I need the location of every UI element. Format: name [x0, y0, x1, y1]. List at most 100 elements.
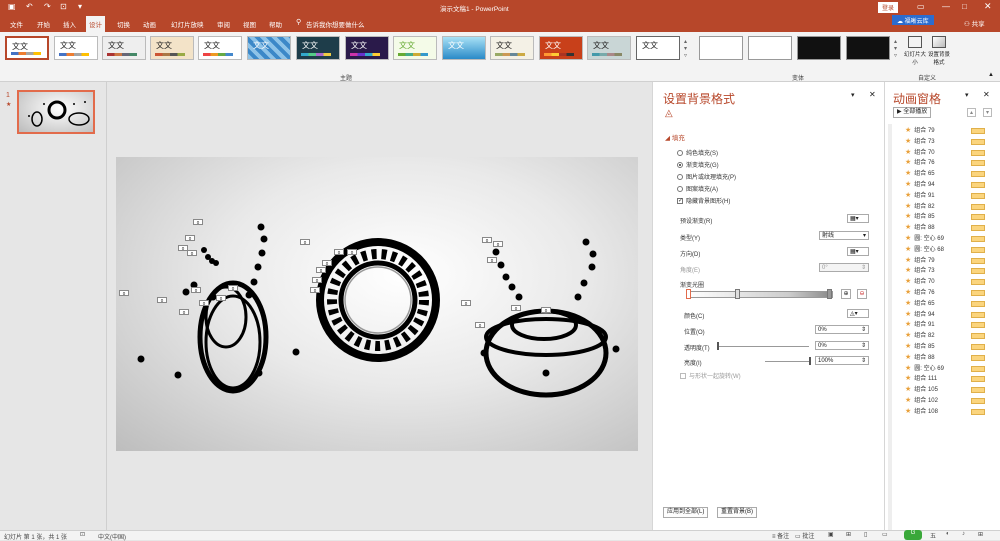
tab-slideshow[interactable]: 幻灯片放映 [168, 18, 207, 30]
animation-list-item[interactable]: ★ 组合 111 [905, 373, 937, 384]
animation-tag[interactable]: 0 [193, 219, 203, 225]
animation-tag[interactable]: 0 [216, 295, 226, 301]
login-button[interactable]: 登录 [878, 2, 899, 13]
animation-list-item[interactable]: ★ 组合 105 [905, 384, 938, 395]
animation-list-item[interactable]: ★ 组合 91 [905, 190, 935, 201]
save-icon[interactable]: ▣ [8, 2, 16, 11]
position-input[interactable]: 0% ⇕ [815, 325, 869, 334]
timeline-bar[interactable] [971, 333, 985, 340]
brightness-input[interactable]: 100% ⇕ [815, 356, 869, 365]
animation-tag[interactable]: 0 [310, 287, 320, 293]
tray-g-icon[interactable]: G [904, 530, 922, 540]
theme-9[interactable]: 文文 [393, 36, 437, 60]
preset-gradient-dropdown[interactable]: ▦▾ [847, 214, 869, 223]
gradient-stops-bar[interactable] [688, 291, 833, 298]
presentation-icon[interactable]: ⊡ [60, 2, 67, 11]
transparency-slider[interactable] [719, 346, 809, 347]
tab-view[interactable]: 视图 [240, 18, 259, 30]
notes-button[interactable]: ≡ 备注 [772, 531, 789, 540]
timeline-bar[interactable] [971, 311, 985, 318]
animation-list-item[interactable]: ★ 组合 70 [905, 147, 935, 158]
minimize-icon[interactable]: — [942, 2, 950, 11]
play-all-button[interactable]: ▶ 全部播放 [893, 107, 932, 118]
timeline-bar[interactable] [971, 214, 985, 221]
animation-list-item[interactable]: ★ 组合 65 [905, 168, 935, 179]
slide-canvas[interactable]: 0 0 0 0 0 0 0 0 0 0 0 0 0 0 0 0 0 0 0 0 … [116, 157, 638, 451]
move-down-icon[interactable]: ▾ [983, 108, 993, 117]
animation-list-item[interactable]: ★ 组合 108 [905, 406, 938, 417]
animation-list-item[interactable]: ★ 圆: 空心 69 [905, 363, 944, 374]
slide-sorter-icon[interactable]: ⊞ [846, 531, 851, 538]
animation-list-item[interactable]: ★ 组合 70 [905, 276, 935, 287]
timeline-bar[interactable] [971, 322, 985, 329]
timeline-bar[interactable] [971, 149, 985, 156]
animation-list-item[interactable]: ★ 组合 94 [905, 309, 935, 320]
animation-tag[interactable]: 0 [475, 322, 485, 328]
animation-list-item[interactable]: ★ 组合 88 [905, 352, 935, 363]
timeline-bar[interactable] [971, 192, 985, 199]
timeline-bar[interactable] [971, 182, 985, 188]
timeline-bar[interactable] [971, 160, 985, 167]
animation-tag[interactable]: 0 [322, 260, 332, 266]
share-button[interactable]: ⚇ 共享 [964, 18, 985, 28]
rotate-with-shape-checkbox[interactable]: 与形状一起旋转(W) [680, 371, 741, 380]
timeline-bar[interactable] [971, 290, 985, 296]
variant-1[interactable] [699, 36, 743, 60]
tray-icon[interactable]: 五 [930, 531, 936, 540]
redo-icon[interactable]: ↷ [44, 2, 51, 11]
pane-close-icon[interactable]: ✕ [869, 90, 876, 99]
brightness-slider-thumb[interactable] [809, 357, 811, 365]
move-up-icon[interactable]: ▴ [967, 108, 977, 117]
variant-4[interactable] [846, 36, 890, 60]
animation-list-item[interactable]: ★ 组合 91 [905, 319, 935, 330]
slide-thumbnail[interactable] [17, 90, 95, 134]
hide-background-checkbox[interactable]: ✓ 隐藏背景图形(H) [677, 196, 730, 205]
theme-3[interactable]: 文文 [102, 36, 146, 60]
slideshow-icon[interactable]: ▭ [882, 531, 888, 538]
color-picker-button[interactable]: ◬▾ [847, 309, 869, 318]
tab-insert[interactable]: 插入 [60, 18, 79, 30]
reading-view-icon[interactable]: ▯ [864, 531, 867, 538]
cloud-upload-button[interactable]: ☁ 福晰云库 [892, 15, 934, 25]
tab-help[interactable]: 帮助 [266, 18, 285, 30]
animation-list-item[interactable]: ★ 组合 73 [905, 136, 935, 147]
tab-design[interactable]: 设计 [86, 16, 105, 32]
type-dropdown[interactable]: 射线 ▾ [819, 231, 869, 240]
normal-view-icon[interactable]: ▣ [828, 531, 834, 538]
animation-list-item[interactable]: ★ 组合 102 [905, 395, 938, 406]
animation-list-item[interactable]: ★ 组合 94 [905, 179, 935, 190]
brightness-slider[interactable] [765, 361, 811, 362]
animation-tag[interactable]: 0 [312, 277, 322, 283]
comments-button[interactable]: ▭ 批注 [795, 531, 814, 540]
tab-review[interactable]: 审阅 [214, 18, 233, 30]
gradient-fill-option[interactable]: 渐变填充(G) [677, 160, 719, 169]
anim-pane-close-icon[interactable]: ✕ [983, 90, 990, 99]
customize-qat-icon[interactable]: ▾ [78, 2, 82, 11]
animation-tag[interactable]: 0 [493, 241, 503, 247]
animation-tag[interactable]: 0 [199, 300, 209, 306]
animation-list-item[interactable]: ★ 组合 76 [905, 287, 935, 298]
animation-list-item[interactable]: ★ 圆: 空心 69 [905, 233, 944, 244]
theme-8[interactable]: 文文 [345, 36, 389, 60]
variants-scroll-icon[interactable]: ▴ ▾ ▿ [894, 38, 897, 59]
variant-2[interactable] [748, 36, 792, 60]
timeline-bar[interactable] [971, 225, 985, 232]
animation-tag[interactable]: 0 [511, 305, 521, 311]
fill-bucket-icon[interactable]: ◬ [665, 108, 673, 119]
timeline-bar[interactable] [971, 344, 985, 350]
theme-6[interactable]: 文文 [247, 36, 291, 60]
remove-stop-icon[interactable]: ⊖ [857, 289, 867, 299]
animation-tag[interactable]: 0 [157, 297, 167, 303]
fill-section-header[interactable]: ◢ 填充 [665, 132, 685, 142]
animation-list-item[interactable]: ★ 组合 79 [905, 125, 935, 136]
slide-size-button[interactable]: 幻灯片大小 [904, 36, 926, 70]
animation-list-item[interactable]: ★ 组合 82 [905, 201, 935, 212]
timeline-bar[interactable] [971, 171, 985, 178]
timeline-bar[interactable] [971, 300, 985, 307]
theme-7[interactable]: 文文 [296, 36, 340, 60]
animation-tag[interactable]: 0 [191, 287, 201, 293]
animation-tag[interactable]: 0 [461, 300, 471, 306]
gradient-stop-3[interactable] [827, 289, 832, 299]
animation-list-item[interactable]: ★ 组合 88 [905, 222, 935, 233]
add-stop-icon[interactable]: ⊕ [841, 289, 851, 299]
